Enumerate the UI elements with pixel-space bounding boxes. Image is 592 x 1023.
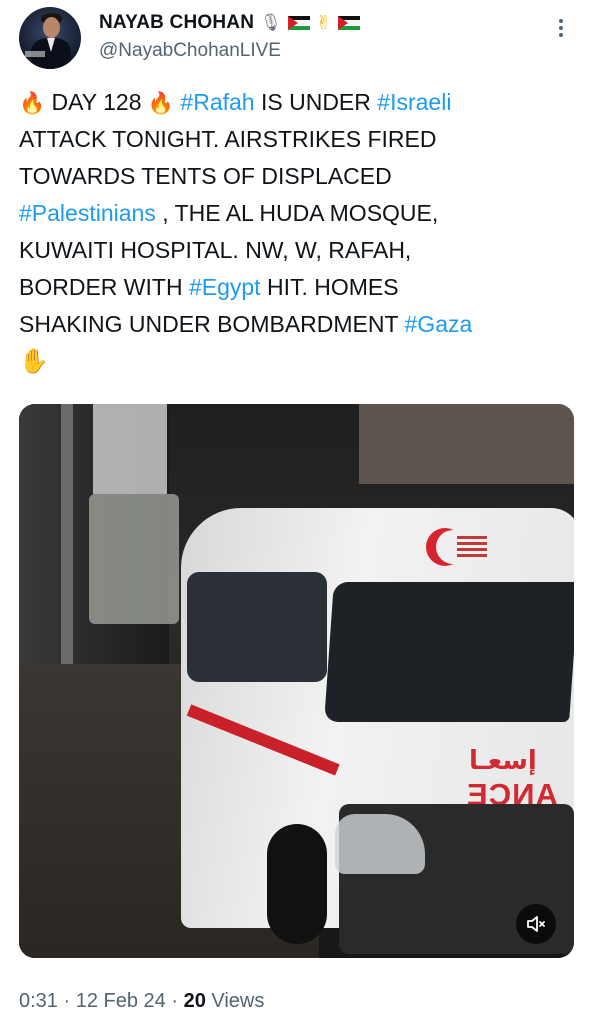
hashtag-link[interactable]: #Israeli xyxy=(377,89,451,115)
palestine-flag-icon xyxy=(337,15,360,31)
meta-separator: · xyxy=(165,990,184,1012)
tweet-text: 🔥 DAY 128 🔥 #Rafah IS UNDER #Israeli ATTA… xyxy=(19,84,579,380)
meta-separator: · xyxy=(57,990,76,1012)
tweet-text-line: ✋ xyxy=(19,343,579,380)
tweet-text-line: KUWAITI HOSPITAL. NW, W, RAFAH, xyxy=(19,232,579,269)
mute-button[interactable] xyxy=(516,904,556,944)
views-count[interactable]: 20 xyxy=(184,990,206,1012)
tweet-text-segment: HIT. HOMES xyxy=(260,274,399,300)
hashtag-link[interactable]: #Egypt xyxy=(189,274,261,300)
mute-icon xyxy=(527,916,545,932)
ambulance-arabic-text: إسعـا xyxy=(469,746,537,776)
video-duration: 0:31 xyxy=(19,990,58,1012)
hashtag-link[interactable]: #Palestinians xyxy=(19,200,156,226)
avatar[interactable] xyxy=(19,7,81,69)
tweet-text-line: TOWARDS TENTS OF DISPLACED xyxy=(19,158,579,195)
post-date[interactable]: 12 Feb 24 xyxy=(76,990,166,1012)
views-label: Views xyxy=(205,990,265,1012)
tweet-meta: 0:31 · 12 Feb 24 · 20 Views xyxy=(19,990,264,1013)
tweet-text-segment: DAY 128 xyxy=(45,89,148,115)
microphone-icon: 🎙 xyxy=(260,12,282,33)
tweet-text-line: BORDER WITH #Egypt HIT. HOMES xyxy=(19,269,579,306)
video-player[interactable]: إسعـا ANCE xyxy=(19,404,574,958)
tweet-text-segment: SHAKING UNDER BOMBARDMENT xyxy=(19,311,405,337)
tweet-text-segment: IS UNDER xyxy=(254,89,378,115)
tweet-text-segment: BORDER WITH xyxy=(19,274,189,300)
tweet-header: NAYAB CHOHAN 🎙 ✌ @NayabChohanLIVE xyxy=(0,0,592,80)
raised-hand-icon: ✋ xyxy=(19,347,49,375)
display-name[interactable]: NAYAB CHOHAN xyxy=(99,12,254,34)
hashtag-link[interactable]: #Gaza xyxy=(405,311,473,337)
tweet-text-line: 🔥 DAY 128 🔥 #Rafah IS UNDER #Israeli xyxy=(19,84,579,121)
name-row: NAYAB CHOHAN 🎙 ✌ xyxy=(99,10,360,36)
tweet-text-segment: , THE AL HUDA MOSQUE, xyxy=(155,200,439,226)
tweet-text-segment: TOWARDS TENTS OF DISPLACED xyxy=(19,163,392,189)
tweet-text-line: #Palestinians , THE AL HUDA MOSQUE, xyxy=(19,195,579,232)
hashtag-link[interactable]: #Rafah xyxy=(180,89,254,115)
tweet-text-segment: KUWAITI HOSPITAL. NW, W, RAFAH, xyxy=(19,237,412,263)
fire-icon: 🔥 xyxy=(19,91,46,115)
victory-hand-icon: ✌ xyxy=(315,11,332,34)
tweet-text-line: SHAKING UNDER BOMBARDMENT #Gaza xyxy=(19,306,579,343)
tweet-text-line: ATTACK TONIGHT. AIRSTRIKES FIRED xyxy=(19,121,579,158)
palestine-flag-icon xyxy=(287,15,310,31)
fire-icon: 🔥 xyxy=(147,91,175,115)
more-options-icon[interactable] xyxy=(554,16,568,46)
user-handle[interactable]: @NayabChohanLIVE xyxy=(99,40,281,62)
tweet-text-segment: ATTACK TONIGHT. AIRSTRIKES FIRED xyxy=(19,126,437,152)
